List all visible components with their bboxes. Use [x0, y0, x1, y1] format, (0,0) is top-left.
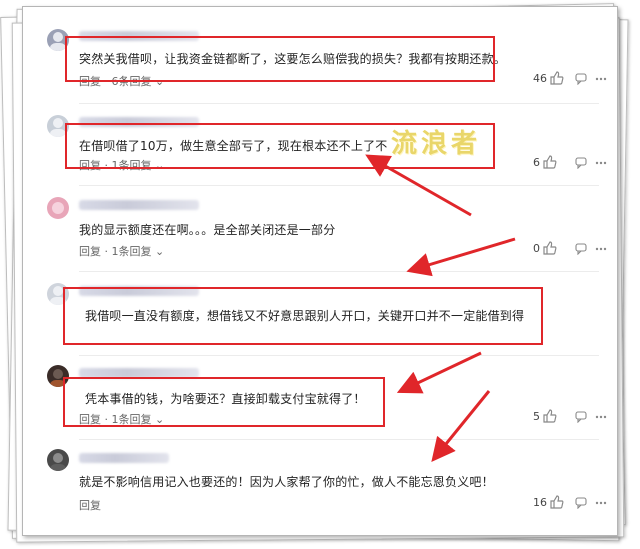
- comment-actions: [575, 497, 607, 509]
- red-arrow: [431, 390, 491, 462]
- username-blurred[interactable]: [79, 200, 199, 210]
- more-dots-icon[interactable]: [595, 243, 607, 255]
- comment-text: 就是不影响信用记入也要还的！因为人家帮了你的忙，做人不能忘恩负义吧！: [79, 475, 494, 489]
- divider: [79, 185, 599, 186]
- replies-count-link[interactable]: 1条回复: [112, 245, 152, 258]
- like-count: 0: [533, 241, 540, 255]
- reply-bubble-icon[interactable]: [575, 157, 587, 169]
- highlight-box: [65, 36, 495, 82]
- comment-actions: [575, 73, 607, 85]
- thumb-up-icon: [550, 71, 564, 85]
- divider: [79, 355, 599, 356]
- reply-bubble-icon[interactable]: [575, 411, 587, 423]
- divider: [79, 103, 599, 104]
- like-count: 6: [533, 155, 540, 169]
- thumb-up-icon: [543, 155, 557, 169]
- like-button[interactable]: 16: [533, 495, 564, 509]
- watermark-text: 流浪者: [391, 129, 482, 159]
- more-dots-icon[interactable]: [595, 497, 607, 509]
- thumb-up-icon: [543, 409, 557, 423]
- more-dots-icon[interactable]: [595, 157, 607, 169]
- comment-list: 突然关我借呗，让我资金链都断了，这要怎么赔偿我的损失？我都有按期还款。 回复 ·…: [22, 6, 618, 536]
- like-count: 46: [533, 71, 547, 85]
- avatar-image: [52, 202, 64, 214]
- comment-actions: [575, 243, 607, 255]
- like-count: 16: [533, 495, 547, 509]
- more-dots-icon[interactable]: [595, 73, 607, 85]
- like-button[interactable]: 46: [533, 71, 564, 85]
- chevron-down-icon: ⌄: [155, 245, 165, 258]
- reply-link[interactable]: 回复: [79, 499, 101, 512]
- reply-bubble-icon[interactable]: [575, 497, 587, 509]
- divider: [79, 439, 599, 440]
- avatar-image: [50, 453, 66, 471]
- avatar[interactable]: [47, 197, 69, 219]
- highlight-box: [63, 287, 543, 345]
- like-button[interactable]: 5: [533, 409, 557, 423]
- reply-line: 回复 · 1条回复 ⌄: [79, 243, 164, 259]
- like-button[interactable]: 6: [533, 155, 557, 169]
- highlight-box: [63, 377, 385, 427]
- red-arrow: [406, 237, 516, 277]
- separator: ·: [104, 245, 109, 258]
- like-count: 5: [533, 409, 540, 423]
- reply-link[interactable]: 回复: [79, 245, 101, 258]
- comment-actions: [575, 157, 607, 169]
- more-dots-icon[interactable]: [595, 411, 607, 423]
- comment-text: 我的显示额度还在啊。。。是全部关闭还是一部分: [79, 223, 336, 237]
- comment-actions: [575, 411, 607, 423]
- like-button[interactable]: 0: [533, 241, 557, 255]
- reply-line: 回复: [79, 497, 101, 513]
- divider: [79, 271, 599, 272]
- reply-bubble-icon[interactable]: [575, 243, 587, 255]
- avatar[interactable]: [47, 449, 69, 471]
- thumb-up-icon: [543, 241, 557, 255]
- red-arrow: [396, 351, 482, 394]
- username-blurred[interactable]: [79, 453, 169, 463]
- reply-bubble-icon[interactable]: [575, 73, 587, 85]
- thumb-up-icon: [550, 495, 564, 509]
